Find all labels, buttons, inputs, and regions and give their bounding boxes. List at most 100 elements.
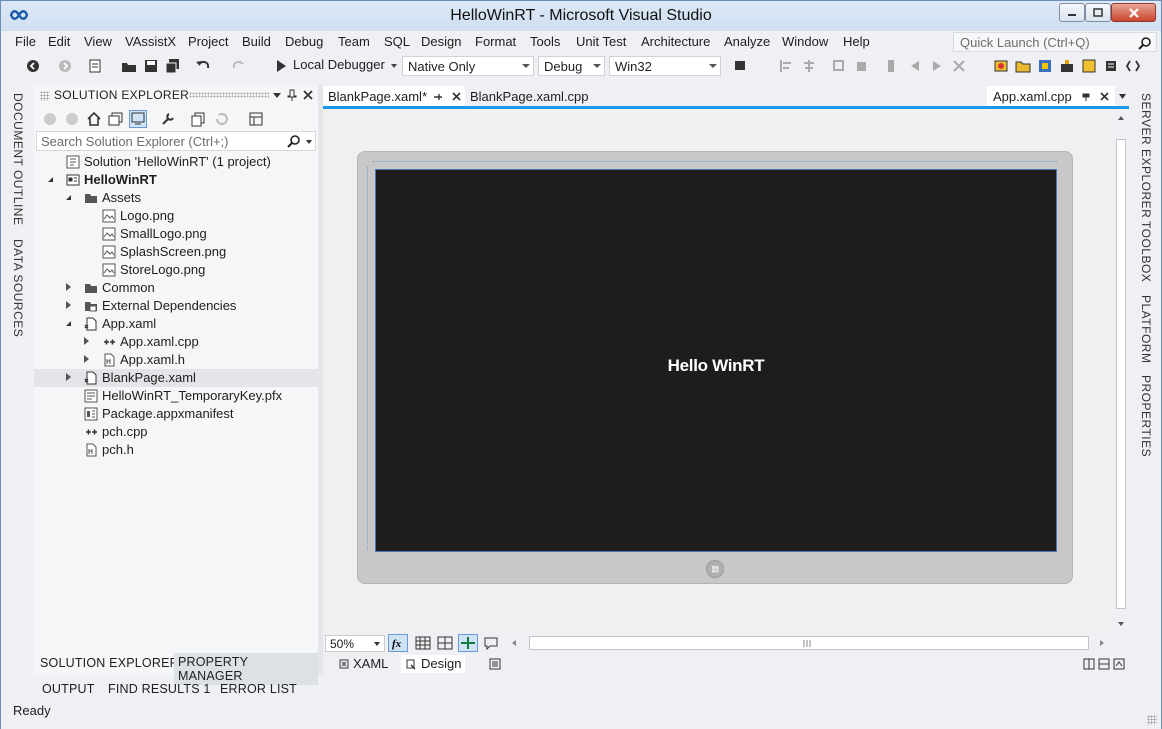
class-view-icon[interactable]: [993, 58, 1009, 74]
expanded-arrow-icon[interactable]: [66, 195, 71, 200]
tree-item[interactable]: StoreLogo.png: [34, 261, 318, 279]
bookmark-icon[interactable]: [883, 58, 899, 74]
collapsed-arrow-icon[interactable]: [66, 373, 71, 381]
pinned-tab-icon[interactable]: [1081, 92, 1091, 102]
save-icon[interactable]: [143, 58, 159, 74]
show-all-files-icon[interactable]: [190, 111, 206, 127]
tree-item[interactable]: HelloWinRT: [34, 171, 318, 189]
tree-item[interactable]: Package.appxmanifest: [34, 405, 318, 423]
debugger-dropdown-arrow[interactable]: [391, 64, 397, 68]
configuration-combo[interactable]: Debug: [538, 56, 605, 76]
menu-architecture[interactable]: Architecture: [641, 34, 710, 49]
align-center-icon[interactable]: [801, 58, 817, 74]
designer-horizontal-scrollbar[interactable]: [529, 636, 1089, 650]
zoom-combo[interactable]: 50%: [325, 635, 385, 652]
open-folder-icon[interactable]: [1015, 58, 1031, 74]
effects-toggle-icon[interactable]: fx: [388, 634, 408, 652]
search-options-dropdown-icon[interactable]: [305, 139, 313, 145]
menu-tools[interactable]: Tools: [530, 34, 560, 49]
horizontal-split-icon[interactable]: [1098, 658, 1110, 670]
menu-format[interactable]: Format: [475, 34, 516, 49]
drag-grip[interactable]: [40, 91, 50, 101]
hello-textblock[interactable]: Hello WinRT: [376, 356, 1056, 376]
error-list-tab[interactable]: ERROR LIST: [220, 682, 297, 696]
pin-tab-icon[interactable]: [433, 92, 443, 102]
tree-item[interactable]: App.xaml: [34, 315, 318, 333]
document-outline-tab[interactable]: DOCUMENT OUTLINE: [11, 93, 25, 225]
open-file-icon[interactable]: [121, 58, 137, 74]
designer-vertical-scrollbar[interactable]: [1113, 109, 1129, 633]
collapsed-arrow-icon[interactable]: [84, 337, 89, 345]
debugger-type-combo[interactable]: Native Only: [402, 56, 534, 76]
navigate-forward-icon[interactable]: [57, 58, 73, 74]
properties-wrench-icon[interactable]: [160, 111, 176, 127]
code-definition-icon[interactable]: [1125, 58, 1141, 74]
swap-panes-icon[interactable]: [489, 658, 501, 670]
close-tab-icon[interactable]: [451, 91, 462, 102]
solution-explorer-icon[interactable]: [1037, 58, 1053, 74]
tree-item[interactable]: Common: [34, 279, 318, 297]
snap-to-grid-icon[interactable]: [437, 636, 453, 650]
menu-file[interactable]: File: [15, 34, 36, 49]
quick-launch-input[interactable]: Quick Launch (Ctrl+Q): [953, 32, 1157, 52]
xaml-design-surface[interactable]: Hello WinRT: [323, 109, 1113, 633]
tree-item[interactable]: Logo.png: [34, 207, 318, 225]
menu-unit-test[interactable]: Unit Test: [576, 34, 626, 49]
toolbox-tab[interactable]: TOOLBOX: [1139, 221, 1153, 282]
menu-edit[interactable]: Edit: [48, 34, 70, 49]
maximize-button[interactable]: [1085, 3, 1111, 22]
server-explorer-tab[interactable]: SERVER EXPLORER: [1139, 93, 1153, 218]
undo-icon[interactable]: [195, 58, 211, 74]
page-preview-screen[interactable]: Hello WinRT: [375, 169, 1057, 552]
next-bookmark-icon[interactable]: [929, 58, 945, 74]
solution-explorer-bottom-tab[interactable]: SOLUTION EXPLORER: [40, 656, 179, 670]
scroll-down-icon[interactable]: [1117, 621, 1125, 627]
menu-build[interactable]: Build: [242, 34, 271, 49]
close-window-button[interactable]: [1111, 3, 1156, 22]
new-project-icon[interactable]: [87, 58, 103, 74]
minimize-button[interactable]: [1059, 3, 1085, 22]
tree-item[interactable]: App.xaml.h: [34, 351, 318, 369]
collapsed-arrow-icon[interactable]: [66, 283, 71, 291]
tree-item[interactable]: SmallLogo.png: [34, 225, 318, 243]
tree-item[interactable]: App.xaml.cpp: [34, 333, 318, 351]
menu-design[interactable]: Design: [421, 34, 461, 49]
menu-view[interactable]: View: [84, 34, 112, 49]
output-tab[interactable]: OUTPUT: [42, 682, 95, 696]
object-browser-icon[interactable]: [1081, 58, 1097, 74]
start-debugging-icon[interactable]: [273, 58, 289, 74]
scroll-up-icon[interactable]: [1117, 115, 1125, 121]
view-class-diagram-icon[interactable]: [248, 111, 264, 127]
platform-tab[interactable]: PLATFORM: [1139, 295, 1153, 363]
tab-overflow-dropdown-icon[interactable]: [1118, 93, 1127, 101]
redo-icon[interactable]: [231, 58, 247, 74]
tree-item[interactable]: HelloWinRT_TemporaryKey.pfx: [34, 387, 318, 405]
vertical-scroll-thumb[interactable]: [1116, 139, 1126, 609]
align-left-icon[interactable]: [779, 58, 795, 74]
design-view-tab[interactable]: Design: [401, 655, 465, 673]
grid-toggle-icon[interactable]: [415, 636, 431, 650]
close-panel-icon[interactable]: [302, 89, 314, 101]
toolbox-icon[interactable]: [1059, 58, 1075, 74]
drag-grip-strip[interactable]: [189, 92, 269, 98]
menu-debug[interactable]: Debug: [285, 34, 323, 49]
navigate-back-icon[interactable]: [25, 58, 41, 74]
pin-icon[interactable]: [287, 89, 297, 101]
refresh-icon[interactable]: [214, 111, 230, 127]
expanded-arrow-icon[interactable]: [66, 321, 71, 326]
resize-grip[interactable]: [1147, 715, 1157, 725]
menu-sql[interactable]: SQL: [384, 34, 410, 49]
menu-analyze[interactable]: Analyze: [724, 34, 770, 49]
scroll-right-icon[interactable]: [1099, 639, 1105, 647]
tree-item[interactable]: pch.h: [34, 441, 318, 459]
menu-project[interactable]: Project: [188, 34, 228, 49]
menu-window[interactable]: Window: [782, 34, 828, 49]
platform-combo[interactable]: Win32: [609, 56, 721, 76]
find-results-tab[interactable]: FIND RESULTS 1: [108, 682, 211, 696]
properties-icon[interactable]: [1103, 58, 1119, 74]
solution-explorer-search-input[interactable]: Search Solution Explorer (Ctrl+;): [36, 131, 316, 151]
tree-item[interactable]: BlankPage.xaml: [34, 369, 318, 387]
collapsed-arrow-icon[interactable]: [84, 355, 89, 363]
sync-with-active-document-icon[interactable]: [129, 110, 147, 128]
save-all-icon[interactable]: [165, 58, 181, 74]
